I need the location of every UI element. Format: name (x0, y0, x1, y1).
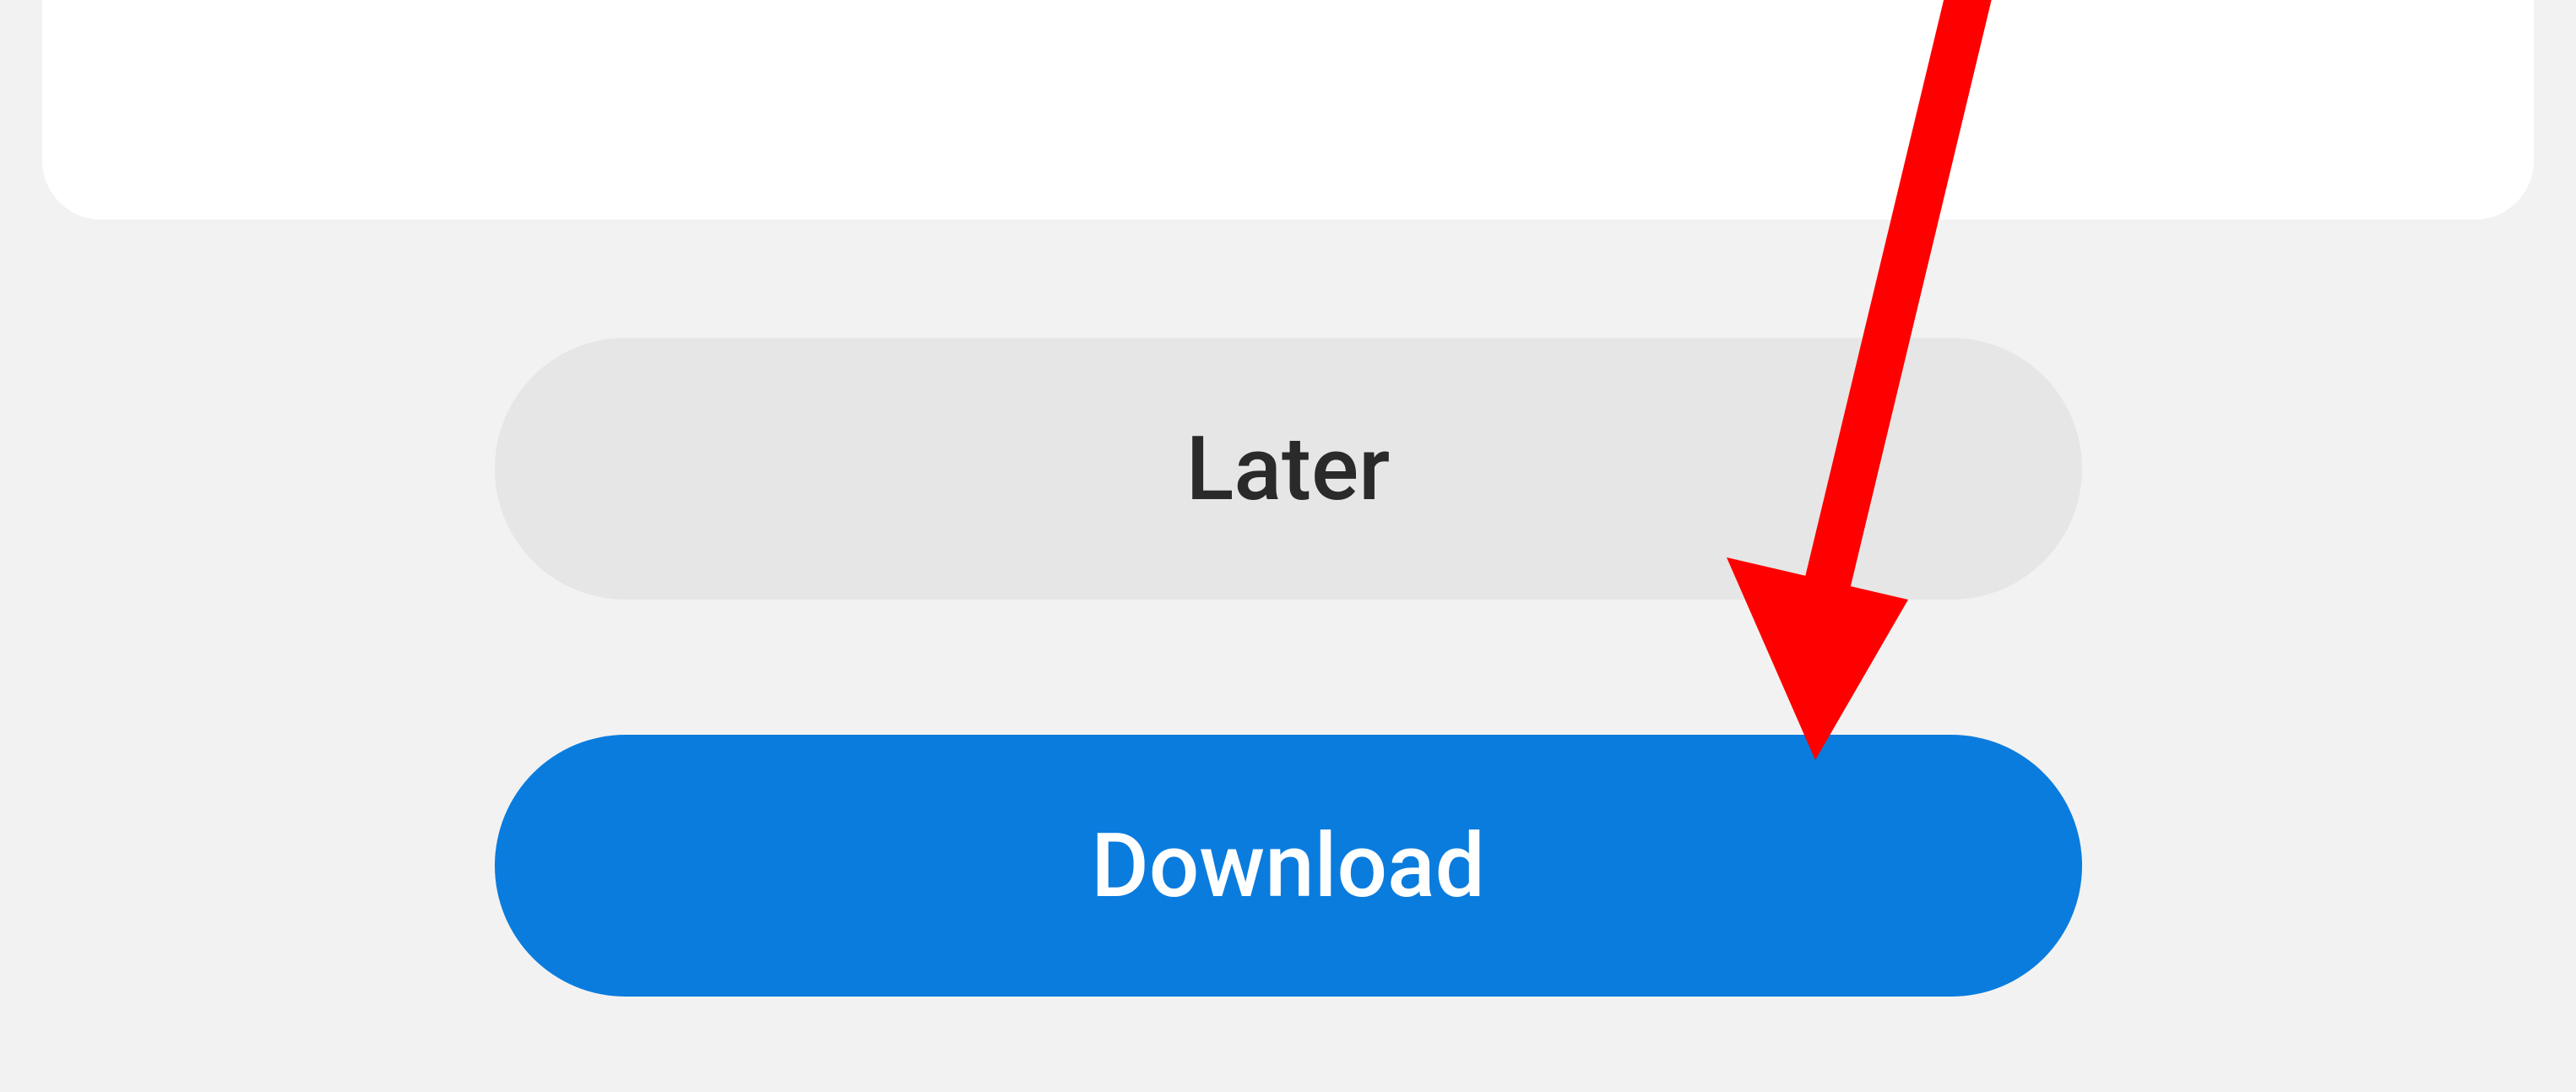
download-button-label: Download (1091, 814, 1485, 918)
content-card (42, 0, 2534, 220)
download-button[interactable]: Download (495, 735, 2082, 997)
later-button[interactable]: Later (495, 338, 2082, 600)
button-group: Later Download (495, 338, 2082, 997)
later-button-label: Later (1186, 417, 1391, 521)
